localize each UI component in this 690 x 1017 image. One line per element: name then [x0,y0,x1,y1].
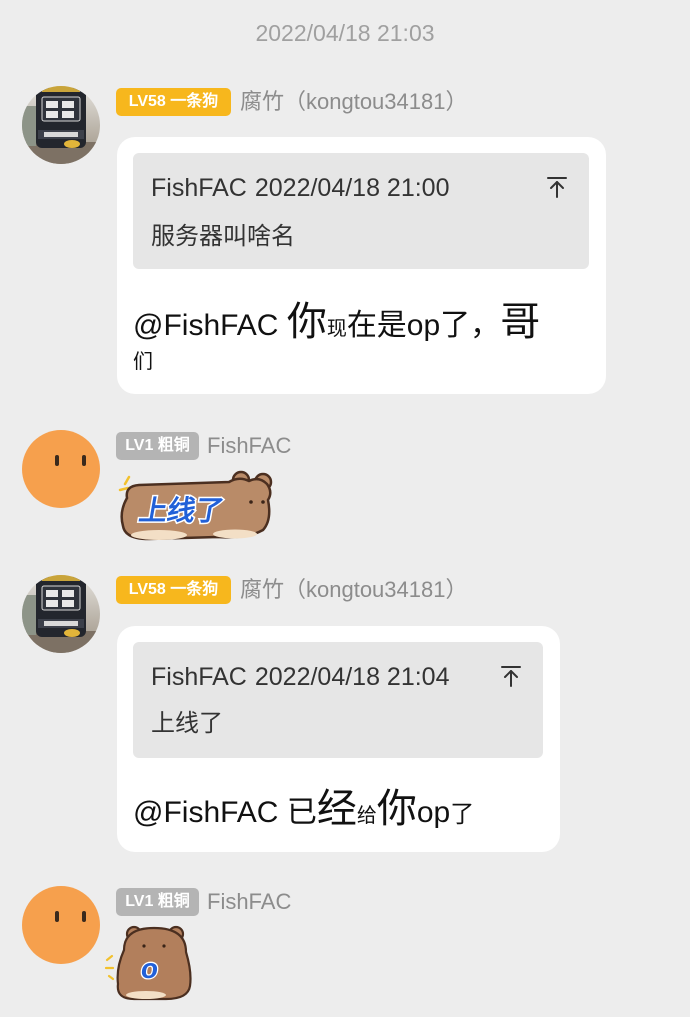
user-avatar[interactable] [22,575,100,653]
quote-text: 服务器叫啥名 [151,223,295,250]
sender-name: FishFAC [207,889,292,914]
avatar-eye [82,911,86,922]
level-badge: LV58 一条狗 [116,576,231,604]
level-badge: LV1 粗铜 [116,432,199,460]
avatar-eye [82,455,86,466]
message-bubble[interactable]: FishFAC 2022/04/18 21:04 上线了 @FishFAC 已经给… [117,626,560,852]
quote-author: FishFAC [151,174,247,202]
sender-name: 腐竹（kongtou34181） [240,89,468,114]
sender-name: FishFAC [207,433,292,458]
quote-text: 上线了 [151,710,223,737]
message-segment: 已 [286,796,317,829]
quote-header: FishFAC 2022/04/18 21:00 [151,173,450,203]
message-segment: 给 [356,805,377,827]
sticker-text: 上线了 [137,494,227,526]
message-segment: 你 [286,300,327,344]
arrow-up-bar-icon[interactable] [500,665,522,687]
message-segment: 了 [450,801,475,828]
bear-sticker[interactable]: o [104,920,194,1002]
user-avatar[interactable] [22,886,100,964]
avatar-eye [55,455,59,466]
message-text: @FishFAC 已经给你op了 [133,785,474,842]
quote-header: FishFAC 2022/04/18 21:04 [151,662,450,692]
message-bubble[interactable]: FishFAC 2022/04/18 21:00 服务器叫啥名 @FishFAC … [117,137,606,394]
chat-timestamp: 2022/04/18 21:03 [255,20,435,46]
level-badge: LV58 一条狗 [116,88,231,116]
message-text-continued: 们 [133,347,153,379]
message-segment: 在是op了， [346,309,501,342]
sender-name: 腐竹（kongtou34181） [240,577,468,602]
avatar-eye [55,911,59,922]
photo-avatar-image [22,86,100,164]
user-avatar[interactable] [22,86,100,164]
quoted-message[interactable]: FishFAC 2022/04/18 21:04 上线了 [133,642,543,758]
bear-sticker[interactable]: 上线了 [117,468,273,544]
message-segment: 现 [326,318,347,340]
user-avatar[interactable] [22,430,100,508]
arrow-up-bar-icon[interactable] [546,176,568,198]
message-segment: 经 [316,787,357,831]
message-segment: @FishFAC [133,309,287,342]
message-segment: 你 [376,787,417,831]
quote-time: 2022/04/18 21:04 [254,663,450,691]
message-segment: 们 [133,351,153,373]
message-segment: 哥 [500,300,541,344]
quote-time: 2022/04/18 21:00 [254,174,450,202]
message-text: @FishFAC 你现在是op了，哥 [133,298,540,355]
level-badge: LV1 粗铜 [116,888,199,916]
message-segment: op [416,796,451,829]
quote-author: FishFAC [151,663,247,691]
quoted-message[interactable]: FishFAC 2022/04/18 21:00 服务器叫啥名 [133,153,589,269]
message-segment: @FishFAC [133,796,287,829]
photo-avatar-image [22,575,100,653]
